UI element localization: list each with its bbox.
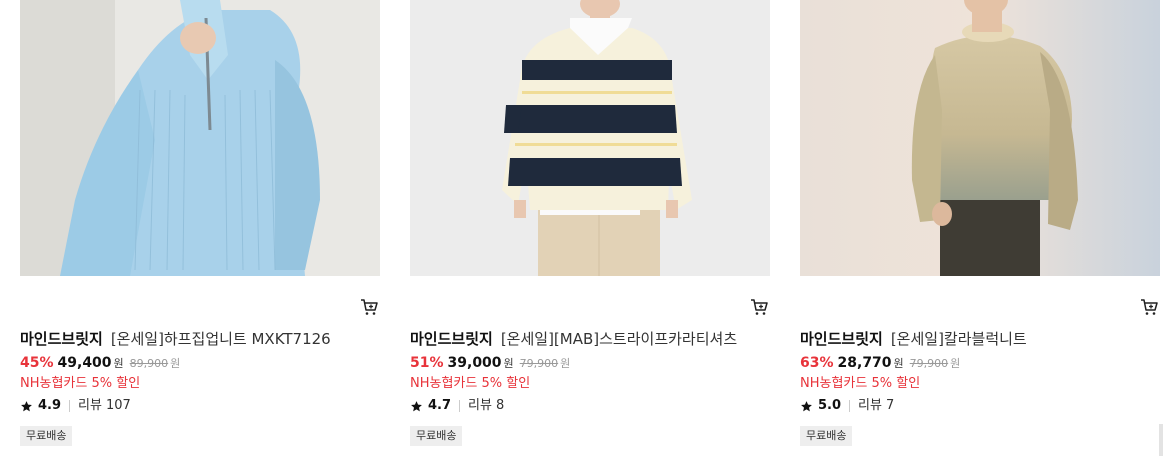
product-title[interactable]: 마인드브릿지 [온세일]하프집업니트 MXKT7126	[20, 329, 380, 349]
card-promo: NH농협카드 5% 할인	[410, 376, 531, 391]
product-image[interactable]	[410, 0, 770, 276]
discount-rate: 51%	[410, 355, 444, 371]
rating-value: 5.0	[818, 398, 842, 413]
scrollbar-stub	[1159, 424, 1163, 456]
card-promo: NH농협카드 5% 할인	[800, 376, 921, 391]
price-row: 45% 49,400 원 89,900 원	[20, 352, 380, 374]
rating-row: 4.7 리뷰 8	[410, 397, 770, 415]
review-count: 107	[105, 398, 131, 413]
discount-rate: 63%	[800, 355, 834, 371]
product-name[interactable]: [온세일]하프집업니트 MXKT7126	[111, 330, 331, 348]
review-label: 리뷰	[858, 398, 882, 413]
brand-name[interactable]: 마인드브릿지	[410, 330, 493, 348]
original-currency-label: 원	[170, 357, 181, 370]
product-card[interactable]: 마인드브릿지 [온세일]칼라블럭니트 63% 28,770 원 79,900 원 NH농협…	[800, 0, 1160, 446]
original-currency-label: 원	[950, 357, 961, 370]
original-price: 79,900	[909, 357, 949, 370]
free-shipping-badge: 무료배송	[410, 426, 463, 446]
sale-price: 39,000	[447, 355, 502, 371]
price-row: 51% 39,000 원 79,900 원	[410, 352, 770, 374]
price-row: 63% 28,770 원 79,900 원	[800, 352, 1160, 374]
product-name[interactable]: [온세일]칼라블럭니트	[891, 330, 1027, 348]
free-shipping-badge: 무료배송	[800, 426, 853, 446]
review-count: 8	[495, 398, 505, 413]
star-icon	[801, 400, 812, 411]
divider	[69, 400, 71, 412]
sale-price: 49,400	[57, 355, 112, 371]
cart-icon[interactable]	[360, 298, 378, 316]
cart-icon[interactable]	[1140, 298, 1158, 316]
currency-label: 원	[893, 357, 904, 370]
currency-label: 원	[503, 357, 514, 370]
star-icon	[21, 400, 32, 411]
rating-row: 5.0 리뷰 7	[800, 397, 1160, 415]
original-price: 89,900	[129, 357, 169, 370]
cart-icon[interactable]	[750, 298, 768, 316]
sale-price: 28,770	[837, 355, 892, 371]
free-shipping-badge: 무료배송	[20, 426, 73, 446]
product-card[interactable]: 마인드브릿지 [온세일]하프집업니트 MXKT7126 45% 49,400 원 89,…	[20, 0, 380, 446]
brand-name[interactable]: 마인드브릿지	[20, 330, 103, 348]
product-card[interactable]: 마인드브릿지 [온세일][MAB]스트라이프카라티셔츠 51% 39,000 원 79,…	[410, 0, 770, 446]
divider	[849, 400, 851, 412]
product-image[interactable]	[20, 0, 380, 276]
product-name[interactable]: [온세일][MAB]스트라이프카라티셔츠	[501, 330, 737, 348]
currency-label: 원	[113, 357, 124, 370]
product-image[interactable]	[800, 0, 1160, 276]
original-price: 79,900	[519, 357, 559, 370]
review-label: 리뷰	[468, 398, 492, 413]
discount-rate: 45%	[20, 355, 54, 371]
divider	[459, 400, 461, 412]
star-icon	[411, 400, 422, 411]
review-label: 리뷰	[78, 398, 102, 413]
product-title[interactable]: 마인드브릿지 [온세일][MAB]스트라이프카라티셔츠	[410, 329, 770, 349]
rating-value: 4.7	[428, 398, 452, 413]
review-count: 7	[885, 398, 895, 413]
product-title[interactable]: 마인드브릿지 [온세일]칼라블럭니트	[800, 329, 1160, 349]
rating-row: 4.9 리뷰 107	[20, 397, 380, 415]
card-promo: NH농협카드 5% 할인	[20, 376, 141, 391]
rating-value: 4.9	[38, 398, 62, 413]
brand-name[interactable]: 마인드브릿지	[800, 330, 883, 348]
original-currency-label: 원	[560, 357, 571, 370]
